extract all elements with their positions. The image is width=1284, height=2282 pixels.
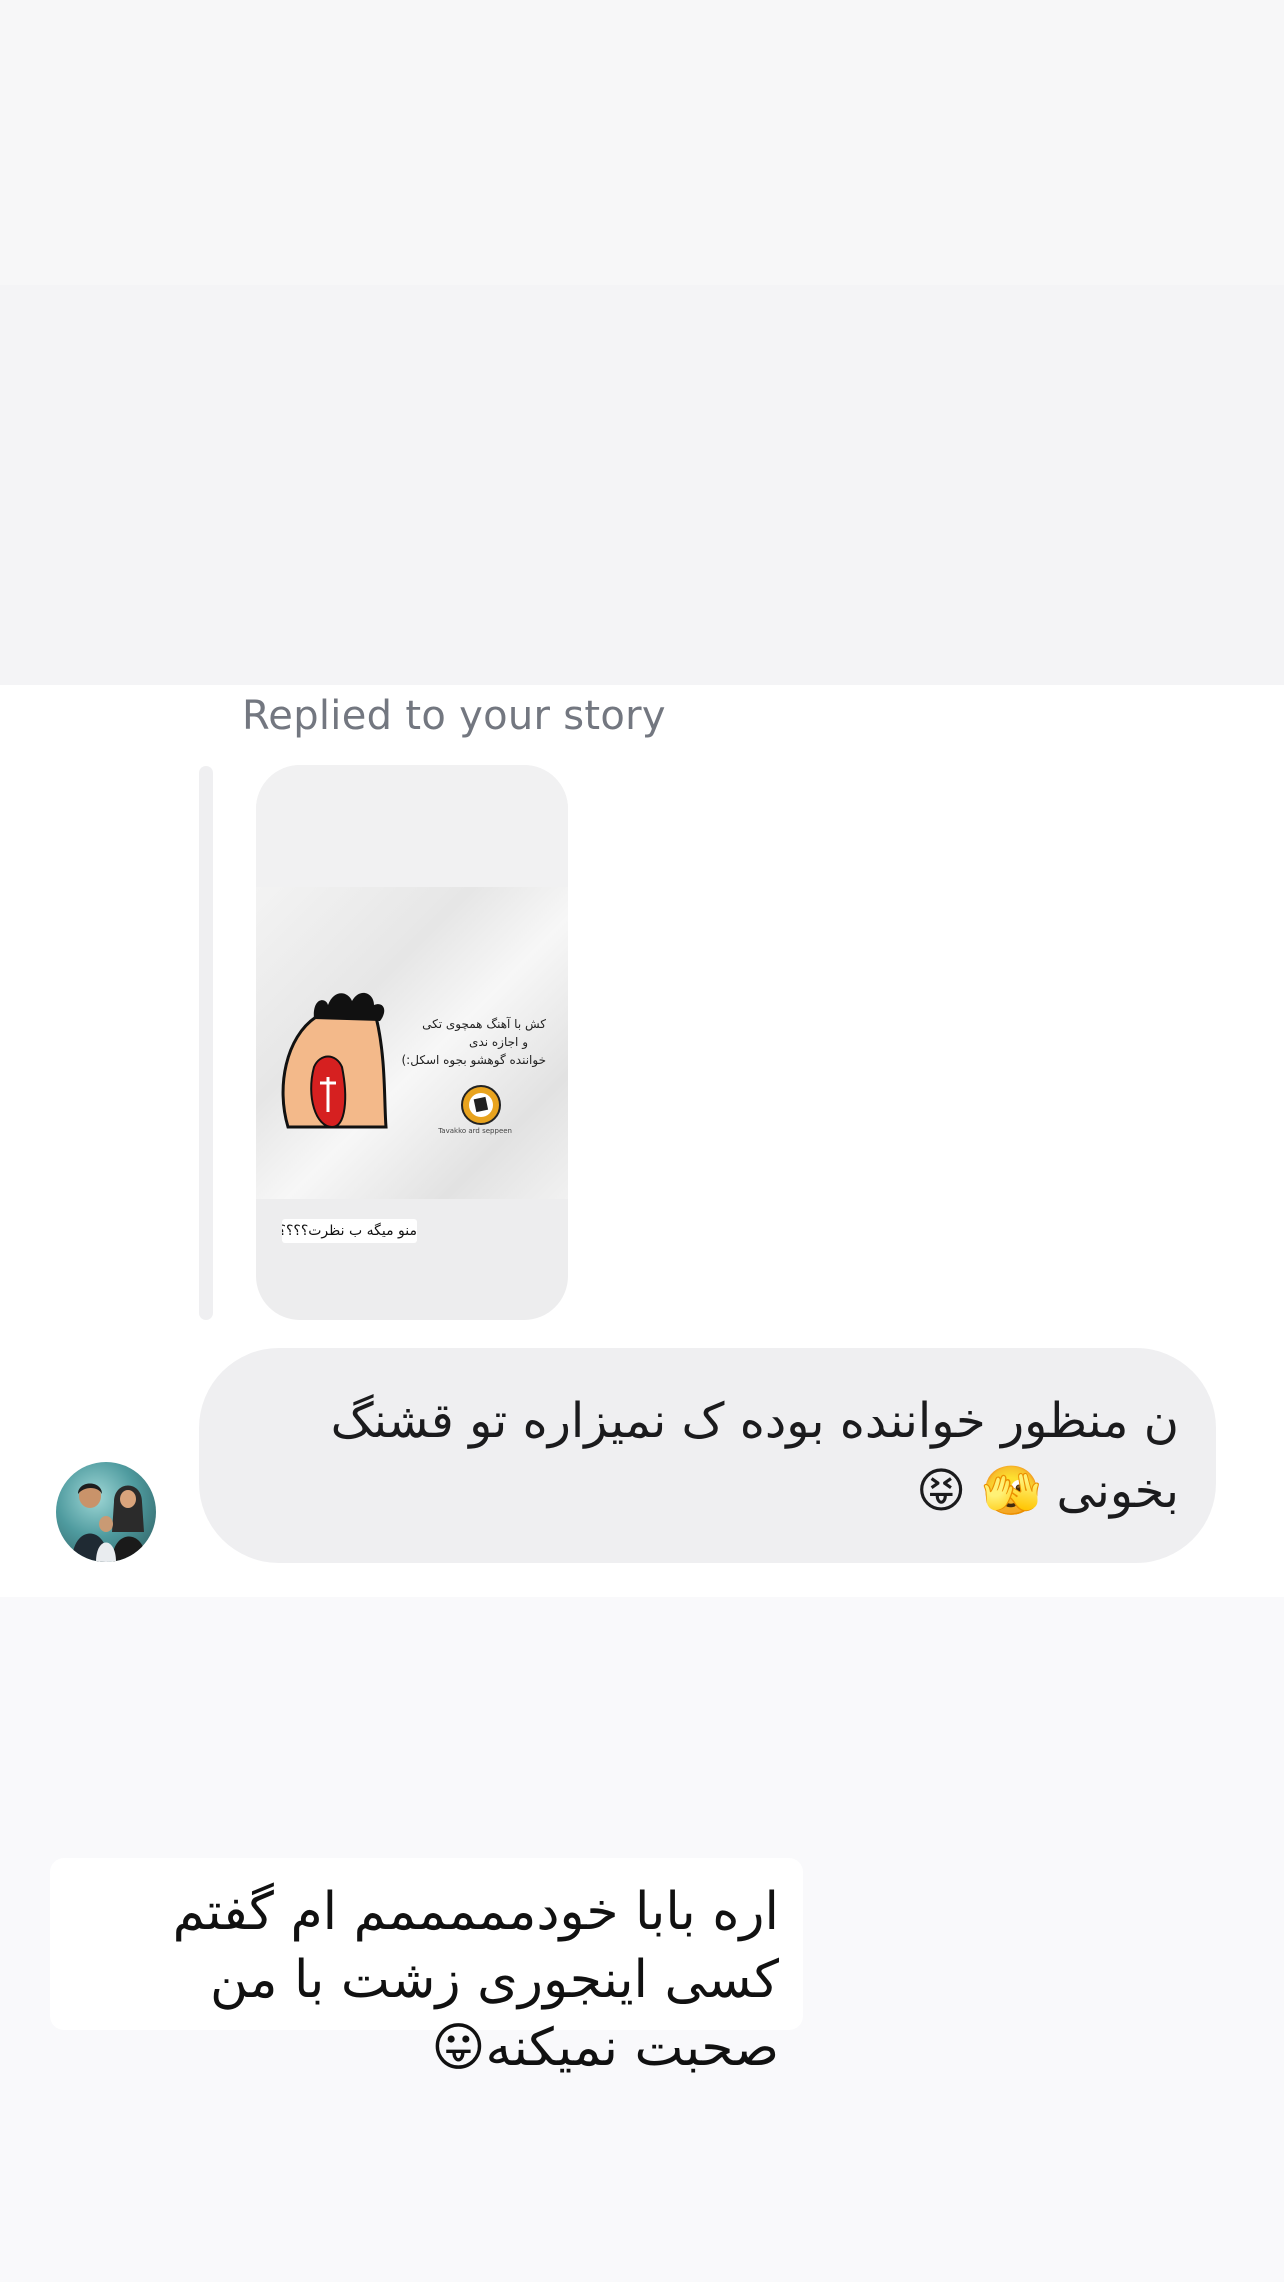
background-upper-lower — [0, 285, 1284, 685]
outgoing-message-text: اره بابا خودمممممم ام گفتم کسی اینجوری ز… — [172, 1882, 779, 2078]
story-image-text: و اجازه ندی — [469, 1035, 528, 1049]
story-caption: منو میگه ب نظرت؟؟؟؟ — [282, 1219, 417, 1243]
story-image-text: خواننده گوهشو بجوه اسکل:) — [401, 1053, 547, 1067]
sender-avatar[interactable] — [56, 1462, 156, 1562]
story-preview-card[interactable]: کش با آهنگ همچوی تکی و اجازه ندی خواننده… — [256, 765, 568, 1320]
story-reply-label: Replied to your story — [242, 693, 666, 739]
incoming-message-bubble[interactable]: ن منظور خواننده بوده ک نمیزاره تو قشنگ ب… — [199, 1348, 1216, 1563]
story-badge-text: Tavakko ard seppeen — [438, 1127, 512, 1135]
story-image: کش با آهنگ همچوی تکی و اجازه ندی خواننده… — [256, 887, 568, 1199]
reply-indicator-bar — [199, 766, 213, 1320]
background-upper — [0, 0, 1284, 285]
story-image-text: کش با آهنگ همچوی تکی — [422, 1017, 546, 1031]
incoming-message-text: ن منظور خواننده بوده ک نمیزاره تو قشنگ ب… — [330, 1393, 1179, 1519]
outgoing-message-bubble[interactable]: اره بابا خودمممممم ام گفتم کسی اینجوری ز… — [50, 1858, 803, 2078]
